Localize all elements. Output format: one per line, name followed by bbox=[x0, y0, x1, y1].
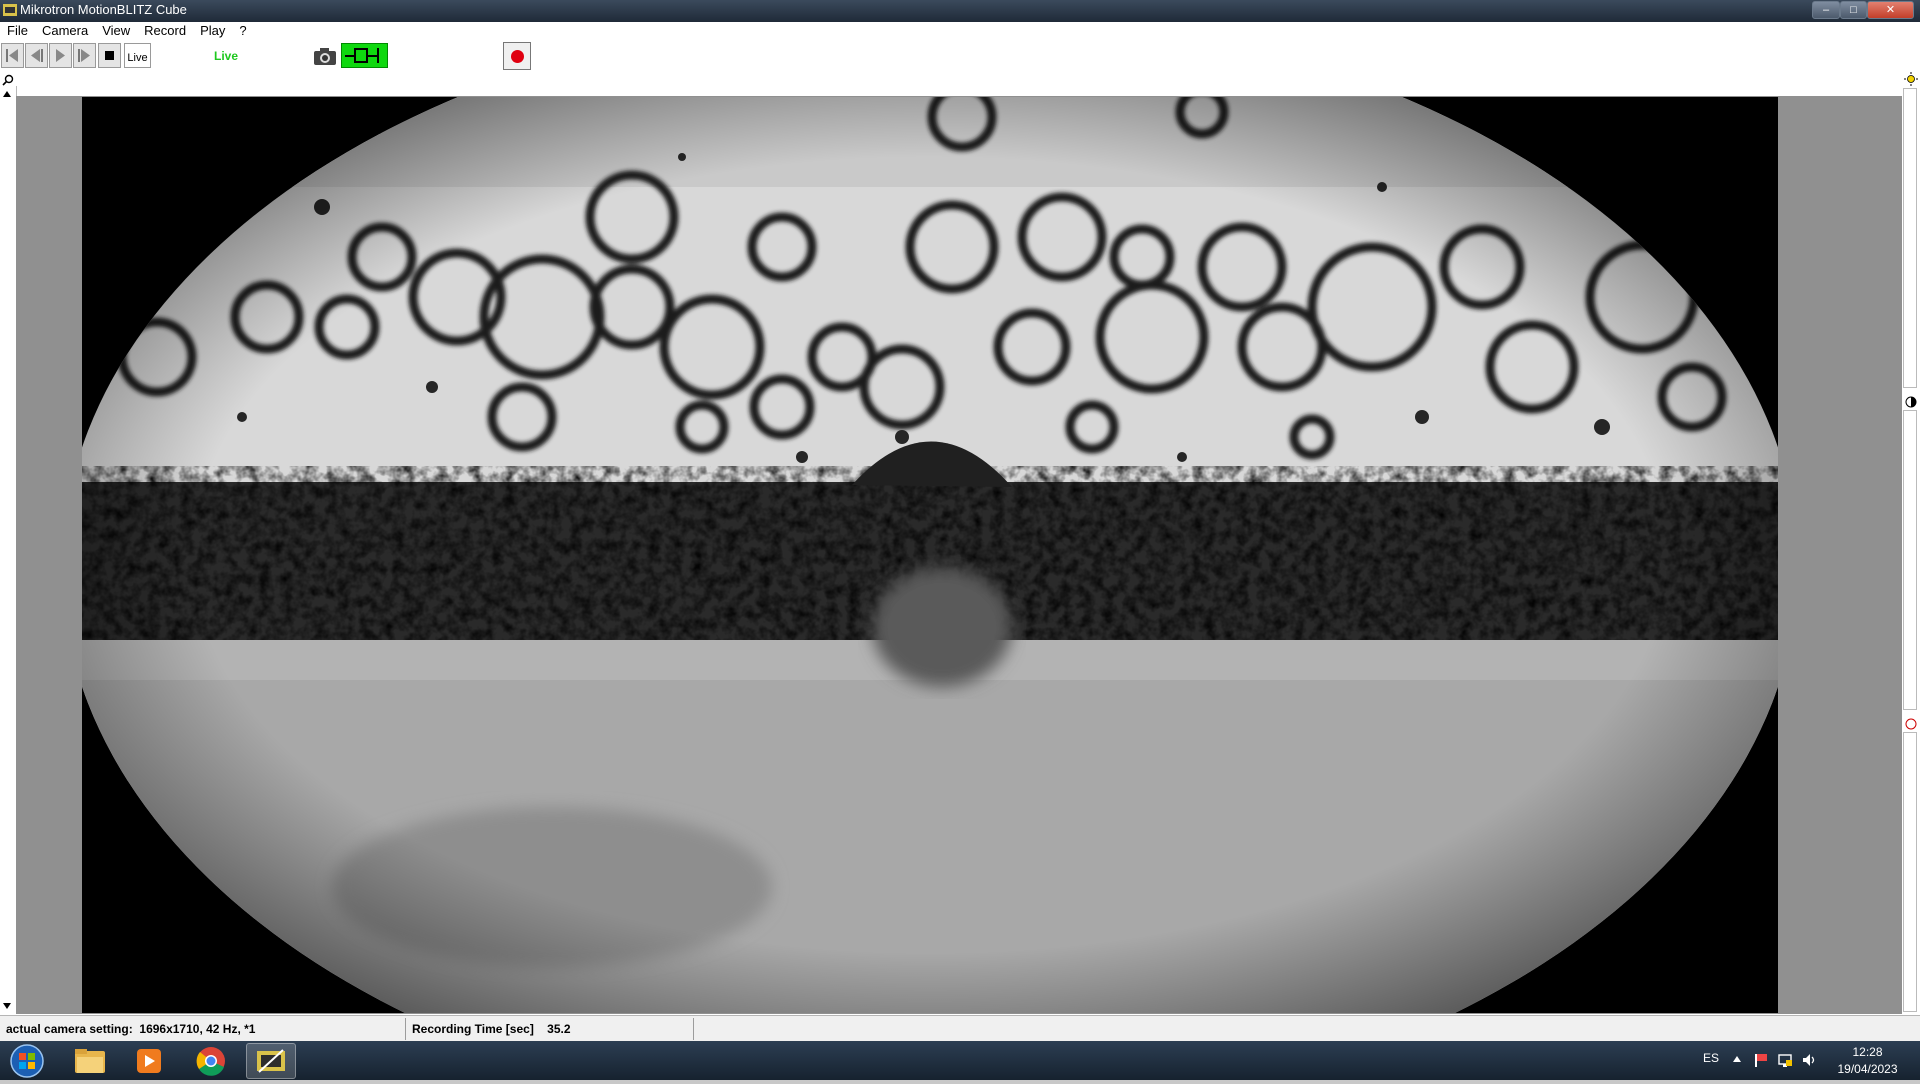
volume-icon[interactable] bbox=[1801, 1052, 1817, 1068]
folder-icon bbox=[75, 1049, 105, 1073]
camera-image bbox=[82, 97, 1778, 1013]
motionblitz-icon bbox=[257, 1049, 285, 1073]
gamma-slider[interactable] bbox=[1903, 732, 1917, 1012]
brightness-slider[interactable] bbox=[1903, 88, 1917, 388]
taskbar bbox=[0, 1041, 1920, 1080]
minimize-button[interactable]: – bbox=[1812, 1, 1840, 19]
camera-icon[interactable] bbox=[312, 45, 338, 67]
left-scrollbar[interactable] bbox=[0, 86, 17, 1014]
menu-bar: File Camera View Record Play? bbox=[0, 22, 1920, 41]
step-forward-button[interactable] bbox=[73, 43, 96, 68]
clock-time[interactable]: 12:28 bbox=[1840, 1045, 1895, 1059]
trigger-icon bbox=[345, 48, 379, 63]
camera-setting-panel: actual camera setting: 1696x1710, 42 Hz,… bbox=[0, 1018, 406, 1040]
camera-live-image bbox=[82, 97, 1778, 1013]
stop-icon bbox=[105, 51, 114, 60]
taskbar-chrome[interactable] bbox=[186, 1043, 236, 1079]
play-icon bbox=[56, 49, 65, 62]
window-title: Mikrotron MotionBLITZ Cube bbox=[20, 2, 187, 17]
chrome-icon bbox=[196, 1047, 225, 1076]
tray-expand-icon[interactable] bbox=[1732, 1055, 1742, 1063]
trigger-button[interactable] bbox=[341, 43, 388, 68]
scroll-up-icon[interactable] bbox=[2, 90, 12, 98]
scroll-down-icon[interactable] bbox=[2, 1002, 12, 1010]
live-button[interactable]: Live bbox=[124, 43, 151, 68]
skip-back-button[interactable] bbox=[1, 43, 24, 68]
network-icon[interactable] bbox=[1777, 1052, 1793, 1068]
contrast-icon[interactable] bbox=[1905, 396, 1917, 408]
camera-setting-label: actual camera setting: bbox=[6, 1022, 133, 1036]
status-empty-panel bbox=[694, 1018, 1920, 1040]
menu-record[interactable]: Record bbox=[144, 23, 186, 38]
media-player-icon bbox=[137, 1049, 161, 1073]
clock-date[interactable]: 19/04/2023 bbox=[1830, 1062, 1905, 1076]
step-back-button[interactable] bbox=[25, 43, 48, 68]
live-status: Live bbox=[214, 49, 239, 63]
title-bar: Mikrotron MotionBLITZ Cube – □ ✕ bbox=[0, 0, 1920, 22]
brightness-icon[interactable] bbox=[1904, 72, 1918, 86]
taskbar-motionblitz[interactable] bbox=[246, 1043, 296, 1079]
menu-camera[interactable]: Camera bbox=[42, 23, 88, 38]
recording-time-label: Recording Time [sec] bbox=[412, 1022, 534, 1036]
toolbar: Live Live bbox=[0, 40, 1920, 73]
play-button[interactable] bbox=[49, 43, 72, 68]
menu-play[interactable]: Play bbox=[200, 23, 225, 38]
taskbar-file-explorer[interactable] bbox=[65, 1043, 115, 1079]
zoom-icon[interactable] bbox=[2, 74, 14, 86]
language-indicator[interactable]: ES bbox=[1703, 1051, 1719, 1065]
menu-file[interactable]: File bbox=[7, 23, 28, 38]
recording-time-panel: Recording Time [sec] 35.2 bbox=[406, 1018, 694, 1040]
gamma-icon[interactable] bbox=[1905, 718, 1917, 730]
app-icon bbox=[3, 4, 17, 16]
menu-help[interactable]: ? bbox=[239, 23, 246, 38]
contrast-slider[interactable] bbox=[1903, 410, 1917, 710]
close-button[interactable]: ✕ bbox=[1867, 1, 1914, 19]
stop-button[interactable] bbox=[98, 43, 121, 68]
recording-time-value: 35.2 bbox=[547, 1022, 571, 1036]
action-center-flag-icon[interactable] bbox=[1753, 1052, 1769, 1068]
camera-setting-value: 1696x1710, 42 Hz, *1 bbox=[139, 1022, 256, 1036]
skip-back-icon bbox=[6, 49, 18, 62]
menu-view[interactable]: View bbox=[102, 23, 130, 38]
step-forward-icon bbox=[78, 49, 90, 62]
status-bar: actual camera setting: 1696x1710, 42 Hz,… bbox=[0, 1015, 1920, 1042]
step-back-icon bbox=[31, 49, 43, 62]
start-orb-icon[interactable] bbox=[6, 1043, 48, 1079]
taskbar-media-player[interactable] bbox=[124, 1043, 174, 1079]
maximize-button[interactable]: □ bbox=[1840, 1, 1867, 19]
record-button[interactable] bbox=[503, 42, 531, 70]
